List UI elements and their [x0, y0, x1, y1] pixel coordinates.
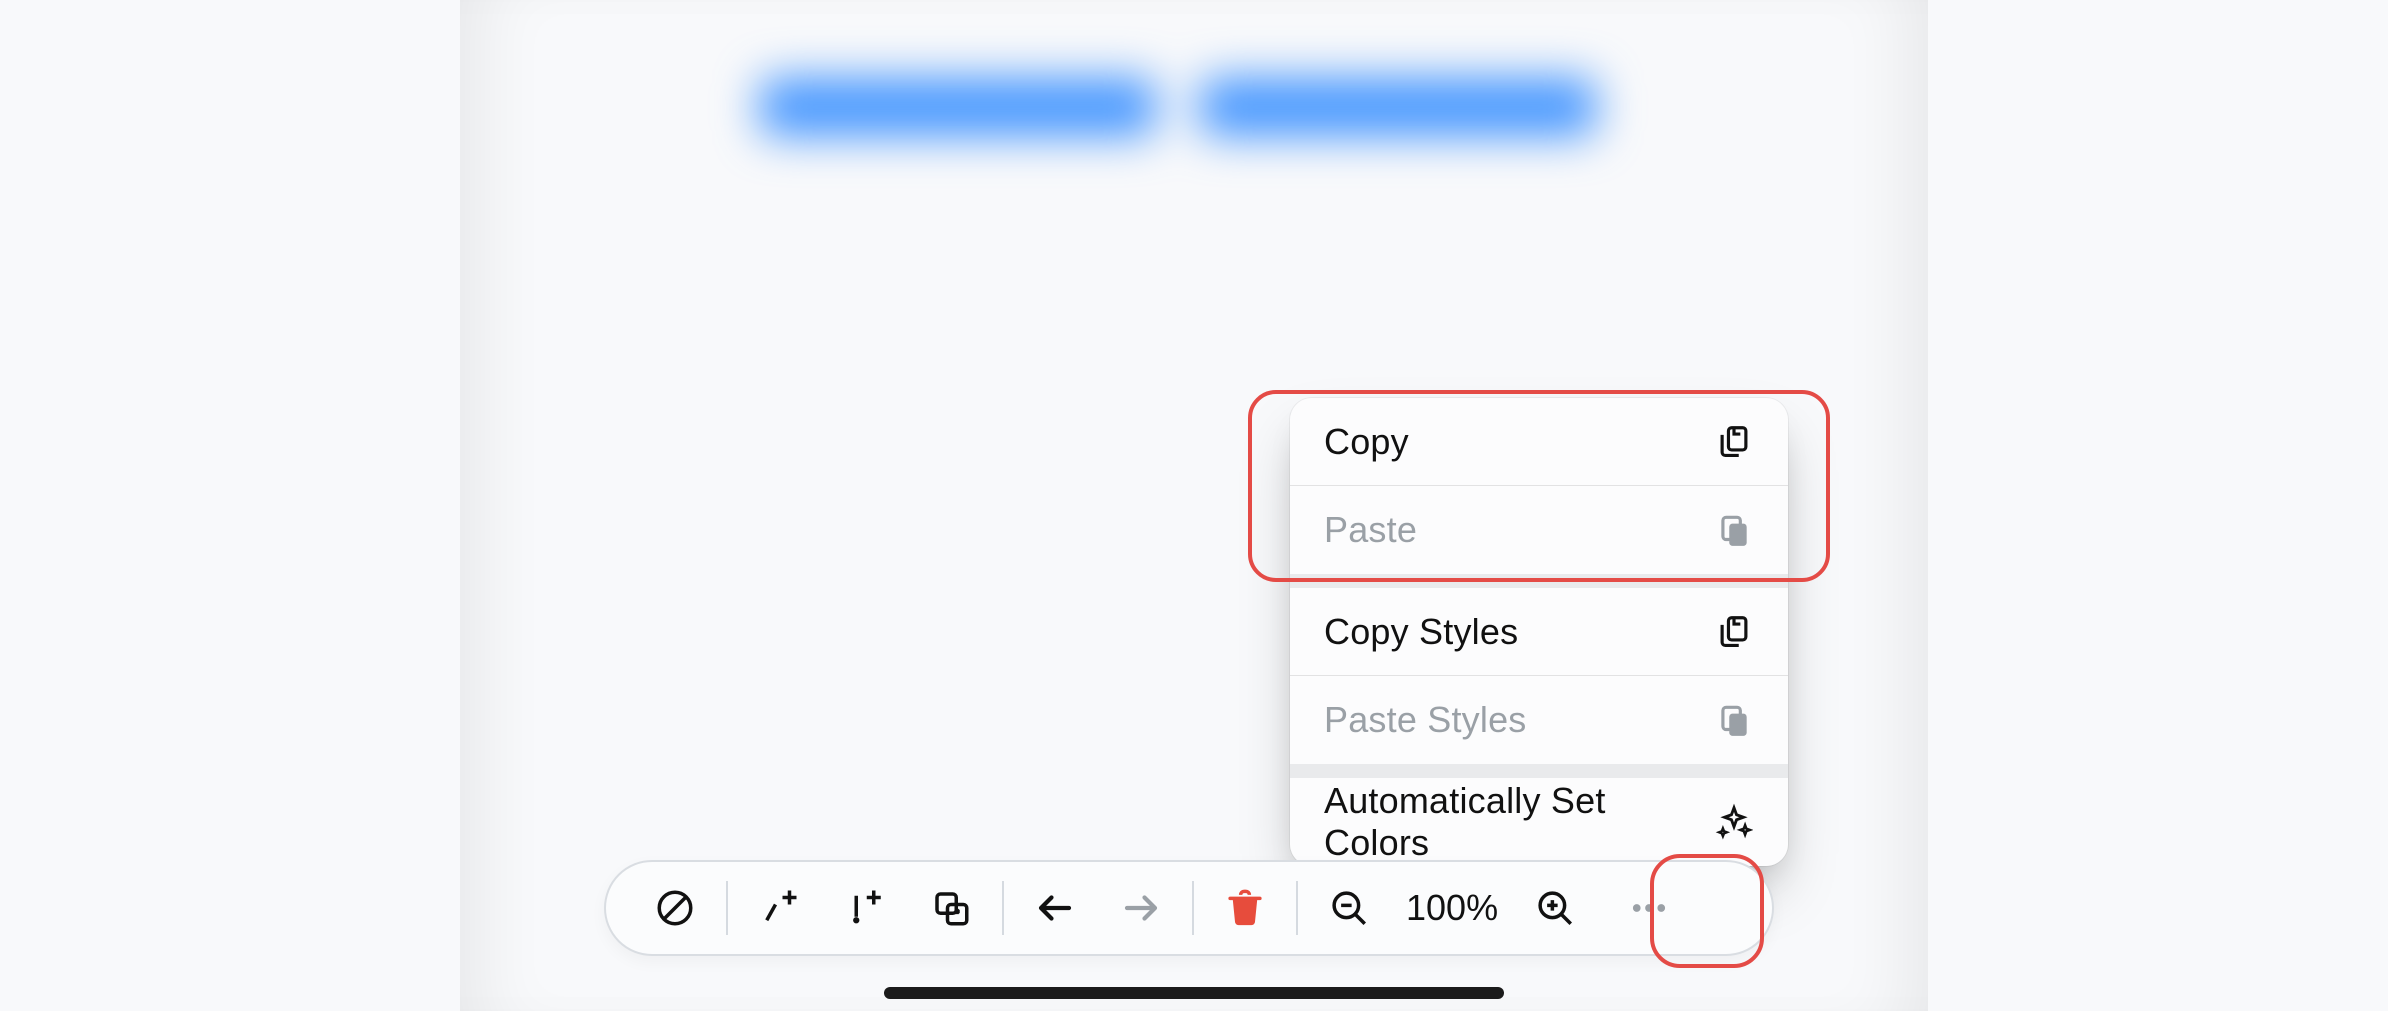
blurred-button-right [1200, 78, 1596, 136]
edit-disabled-button[interactable] [632, 865, 718, 951]
copy-styles-icon [1714, 612, 1754, 652]
zoom-out-button[interactable] [1306, 865, 1392, 951]
undo-button[interactable] [1012, 865, 1098, 951]
menu-item-copy-label: Copy [1324, 421, 1409, 463]
delete-button[interactable] [1202, 865, 1288, 951]
context-menu: Copy Paste Copy Styles [1290, 398, 1788, 866]
add-child-button[interactable] [822, 865, 908, 951]
menu-item-paste-styles-label: Paste Styles [1324, 699, 1527, 741]
more-menu-button[interactable] [1606, 865, 1692, 951]
menu-separator-1 [1290, 574, 1788, 588]
zoom-level-label[interactable]: 100% [1392, 887, 1512, 929]
redo-button [1098, 865, 1184, 951]
toolbar-divider-1 [726, 881, 728, 935]
sparkles-icon [1715, 802, 1754, 842]
menu-separator-2 [1290, 764, 1788, 778]
zoom-in-button[interactable] [1512, 865, 1598, 951]
toolbar-divider-4 [1296, 881, 1298, 935]
add-sibling-button[interactable] [736, 865, 822, 951]
paste-icon [1714, 510, 1754, 550]
menu-item-copy[interactable]: Copy [1290, 398, 1788, 486]
paste-styles-icon [1714, 700, 1754, 740]
duplicate-button[interactable] [908, 865, 994, 951]
menu-item-paste-styles: Paste Styles [1290, 676, 1788, 764]
menu-item-auto-colors-label: Automatically Set Colors [1324, 780, 1715, 864]
menu-item-auto-colors[interactable]: Automatically Set Colors [1290, 778, 1788, 866]
copy-icon [1714, 422, 1754, 462]
blurred-button-left [760, 78, 1156, 136]
toolbar-divider-3 [1192, 881, 1194, 935]
toolbar-divider-2 [1002, 881, 1004, 935]
menu-item-paste: Paste [1290, 486, 1788, 574]
menu-item-paste-label: Paste [1324, 509, 1417, 551]
menu-item-copy-styles-label: Copy Styles [1324, 611, 1518, 653]
home-indicator [884, 987, 1504, 999]
menu-item-copy-styles[interactable]: Copy Styles [1290, 588, 1788, 676]
floating-toolbar: 100% [604, 860, 1774, 956]
